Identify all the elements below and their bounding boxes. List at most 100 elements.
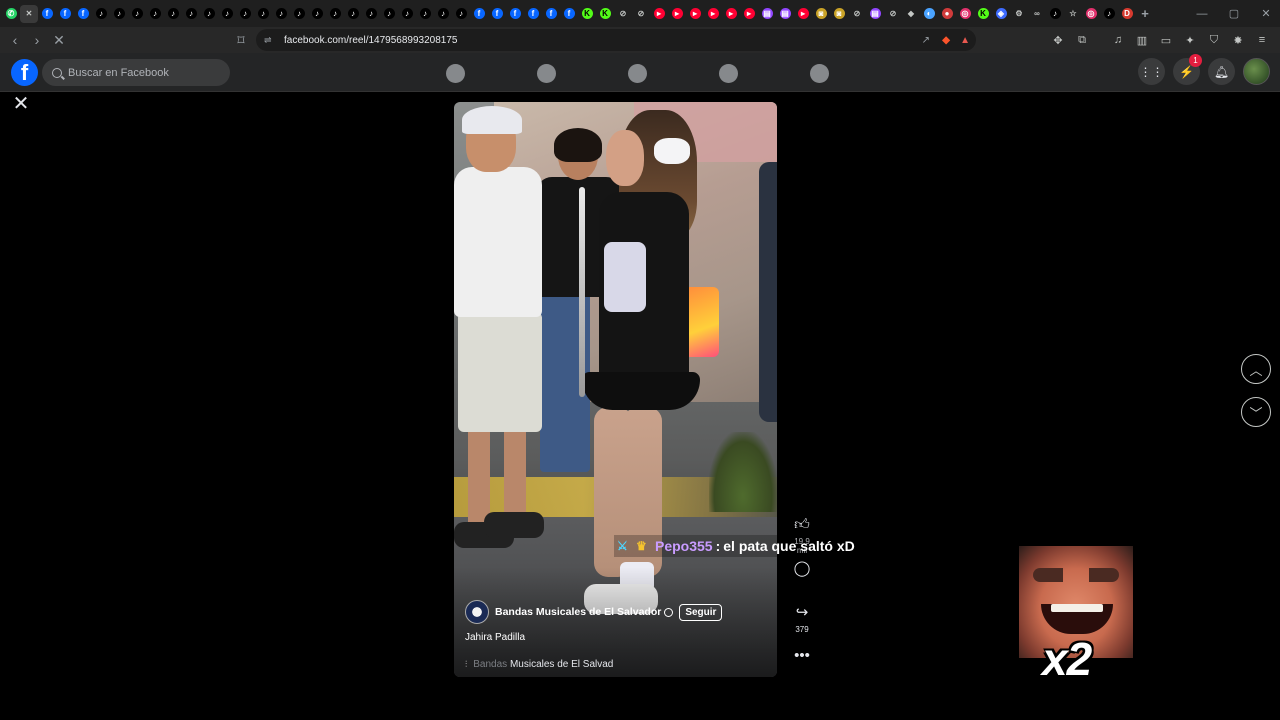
follow-button[interactable]: Seguir	[679, 603, 723, 621]
close-icon[interactable]: ✕	[12, 94, 30, 114]
nav-gaming-icon[interactable]	[810, 64, 829, 83]
browser-tab[interactable]: K	[578, 5, 596, 23]
share-button[interactable]: ↪ 379	[790, 603, 814, 634]
active-tab[interactable]: ✕	[20, 4, 38, 23]
browser-tab[interactable]: ♪	[92, 5, 110, 23]
nav-groups-icon[interactable]	[719, 64, 738, 83]
facebook-logo[interactable]: f	[11, 59, 38, 86]
browser-tab[interactable]: ∞	[1028, 5, 1046, 23]
browser-tab[interactable]: ♪	[452, 5, 470, 23]
browser-tab[interactable]: ⊘	[884, 5, 902, 23]
browser-tab[interactable]: ●	[938, 5, 956, 23]
browser-tab[interactable]: ♪	[434, 5, 452, 23]
browser-tab[interactable]: f	[506, 5, 524, 23]
browser-tab[interactable]: f	[470, 5, 488, 23]
url-field[interactable]: ⇌ facebook.com/reel/1479568993208175 ↗ ◆…	[256, 29, 976, 51]
brave-shields-icon[interactable]: ◆	[942, 35, 950, 46]
comment-button[interactable]: ◯	[790, 559, 814, 579]
browser-tab[interactable]: ▸	[704, 5, 722, 23]
next-reel-button[interactable]: ﹀	[1241, 397, 1271, 427]
browser-tab[interactable]: ⊘	[632, 5, 650, 23]
browser-tab[interactable]: ♪	[362, 5, 380, 23]
browser-tab[interactable]: K	[596, 5, 614, 23]
browser-tab[interactable]: ♪	[326, 5, 344, 23]
browser-tab[interactable]: ♪	[416, 5, 434, 23]
minimize-icon[interactable]: —	[1186, 0, 1218, 27]
menu-icon[interactable]: ≡	[1252, 30, 1272, 50]
vpn-icon[interactable]: ⛉	[1204, 30, 1224, 50]
browser-tab[interactable]: f	[38, 5, 56, 23]
browser-tab[interactable]: ◈	[992, 5, 1010, 23]
sidebar-icon[interactable]: ▥	[1132, 30, 1152, 50]
browser-tab[interactable]: ♪	[380, 5, 398, 23]
search-input[interactable]: Buscar en Facebook	[42, 59, 230, 86]
forward-icon[interactable]: ›	[26, 29, 48, 51]
previous-reel-button[interactable]: ︿	[1241, 354, 1271, 384]
nav-home-icon[interactable]	[446, 64, 465, 83]
browser-tab[interactable]: ♪	[146, 5, 164, 23]
page-avatar[interactable]	[465, 600, 489, 624]
browser-tab[interactable]: ♪	[308, 5, 326, 23]
notifications-icon[interactable]: 🔔︎	[1208, 58, 1235, 85]
browser-tab[interactable]: ♪	[344, 5, 362, 23]
browser-tab[interactable]: ◎	[1082, 5, 1100, 23]
browser-tab[interactable]: f	[488, 5, 506, 23]
tab-search-icon[interactable]: ⧉	[1072, 30, 1092, 50]
profile-avatar[interactable]	[1243, 58, 1270, 85]
nav-marketplace-icon[interactable]	[628, 64, 647, 83]
browser-tab[interactable]: ◐	[920, 5, 938, 23]
browser-tab[interactable]: f	[74, 5, 92, 23]
browser-tab[interactable]: ♪	[272, 5, 290, 23]
media-icon[interactable]: ♫	[1108, 30, 1128, 50]
messenger-icon[interactable]: ⚡ 1	[1173, 54, 1202, 85]
share-page-icon[interactable]: ↗	[922, 35, 930, 46]
browser-tab[interactable]: ♪	[218, 5, 236, 23]
browser-tab[interactable]: ♪	[398, 5, 416, 23]
browser-tab[interactable]: ◙	[812, 5, 830, 23]
bookmark-icon[interactable]: ⌑	[230, 29, 252, 51]
browser-tab[interactable]: ▸	[740, 5, 758, 23]
browser-tab[interactable]: ▸	[794, 5, 812, 23]
back-icon[interactable]: ‹	[4, 29, 26, 51]
browser-tab[interactable]: ♪	[200, 5, 218, 23]
browser-tab[interactable]: ▸	[668, 5, 686, 23]
nav-video-icon[interactable]	[537, 64, 556, 83]
browser-tab[interactable]: ◙	[830, 5, 848, 23]
menu-grid-icon[interactable]: ⋮⋮	[1138, 58, 1165, 85]
reel-author[interactable]: Jahira Padilla	[465, 632, 525, 643]
maximize-icon[interactable]: ▢	[1218, 0, 1250, 27]
browser-tab[interactable]: ▸	[686, 5, 704, 23]
more-button[interactable]: •••	[790, 646, 814, 666]
browser-tab[interactable]: ▤	[866, 5, 884, 23]
page-name[interactable]: Bandas Musicales de El Salvador	[495, 606, 661, 618]
browser-tab[interactable]: ♪	[1100, 5, 1118, 23]
browser-tab[interactable]: ✆	[2, 5, 20, 23]
browser-tab[interactable]: ☆	[1064, 5, 1082, 23]
wallet-icon[interactable]: ▭	[1156, 30, 1176, 50]
site-info-icon[interactable]: ⇌	[264, 35, 276, 46]
profile-extension-icon[interactable]: ✸	[1228, 30, 1248, 50]
reel-video[interactable]: Bandas Musicales de El Salvador Seguir J…	[454, 102, 777, 677]
extensions-icon[interactable]: ✥	[1048, 30, 1068, 50]
browser-tab[interactable]: ♪	[164, 5, 182, 23]
leo-icon[interactable]: ✦	[1180, 30, 1200, 50]
stop-loading-icon[interactable]: ✕	[48, 29, 70, 51]
browser-tab[interactable]: ⚙	[1010, 5, 1028, 23]
browser-tab[interactable]: ▤	[776, 5, 794, 23]
browser-tab[interactable]: ♪	[128, 5, 146, 23]
browser-tab[interactable]: ⊘	[614, 5, 632, 23]
browser-tab[interactable]: ▸	[722, 5, 740, 23]
browser-tab[interactable]: ▤	[758, 5, 776, 23]
reel-audio[interactable]: ⫶ Bandas Musicales de El Salvad	[465, 659, 613, 670]
browser-tab[interactable]: f	[542, 5, 560, 23]
browser-tab[interactable]: ◎	[956, 5, 974, 23]
browser-tab[interactable]: K	[974, 5, 992, 23]
browser-tab[interactable]: ♪	[1046, 5, 1064, 23]
browser-tab[interactable]: ⊘	[848, 5, 866, 23]
browser-tab[interactable]: D	[1118, 5, 1136, 23]
browser-tab[interactable]: ♪	[236, 5, 254, 23]
new-tab-icon[interactable]: +	[1136, 5, 1154, 23]
browser-tab[interactable]: ♪	[290, 5, 308, 23]
browser-tab[interactable]: f	[56, 5, 74, 23]
window-close-icon[interactable]: ✕	[1250, 0, 1280, 27]
